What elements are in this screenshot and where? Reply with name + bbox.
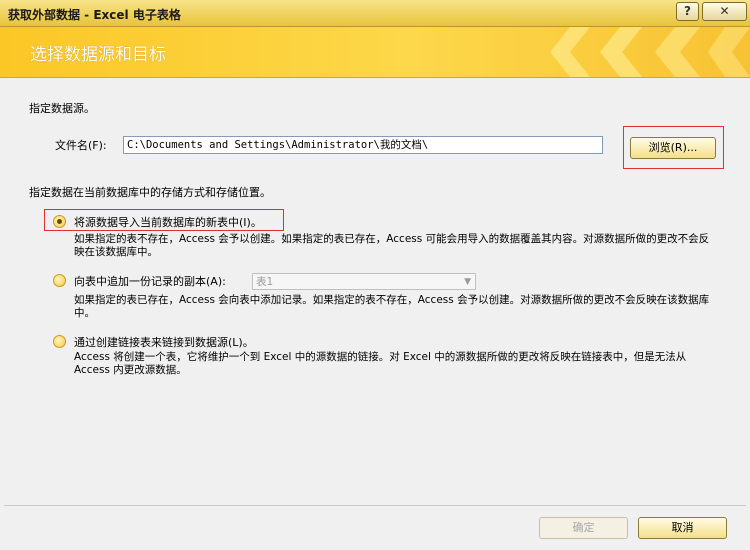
import-radio[interactable]: [53, 215, 66, 228]
source-heading: 指定数据源。: [29, 102, 95, 115]
browse-button[interactable]: 浏览(R)...: [630, 137, 716, 159]
footer-divider: [4, 505, 746, 506]
title-bar: 获取外部数据 - Excel 电子表格 ? ✕: [0, 0, 750, 27]
close-button[interactable]: ✕: [702, 2, 747, 21]
storage-heading: 指定数据在当前数据库中的存储方式和存储位置。: [29, 186, 271, 199]
banner-chevrons-icon: [550, 27, 750, 77]
banner-title: 选择数据源和目标: [30, 45, 166, 65]
cancel-button[interactable]: 取消: [638, 517, 727, 539]
link-option-label[interactable]: 通过创建链接表来链接到数据源(L)。: [74, 334, 254, 350]
file-name-label: 文件名(F):: [55, 139, 107, 152]
chevron-down-icon: ▼: [464, 277, 471, 287]
import-option-desc: 如果指定的表不存在，Access 会予以创建。如果指定的表已存在，Access …: [74, 233, 710, 258]
append-option-desc: 如果指定的表已存在，Access 会向表中添加记录。如果指定的表不存在，Acce…: [74, 294, 710, 319]
banner: 选择数据源和目标: [0, 27, 750, 78]
link-option-desc: Access 将创建一个表，它将维护一个到 Excel 中的源数据的链接。对 E…: [74, 351, 687, 376]
help-button[interactable]: ?: [676, 2, 699, 21]
append-option-label[interactable]: 向表中追加一份记录的副本(A):: [74, 273, 226, 289]
append-radio[interactable]: [53, 274, 66, 287]
append-table-select[interactable]: 表1 ▼: [252, 273, 476, 290]
link-radio[interactable]: [53, 335, 66, 348]
file-name-input[interactable]: C:\Documents and Settings\Administrator\…: [123, 136, 603, 154]
import-option-label[interactable]: 将源数据导入当前数据库的新表中(I)。: [74, 214, 262, 230]
ok-button[interactable]: 确定: [539, 517, 628, 539]
dialog-body: 指定数据源。 文件名(F): C:\Documents and Settings…: [0, 78, 750, 510]
window-title: 获取外部数据 - Excel 电子表格: [8, 8, 181, 22]
append-table-value: 表1: [256, 276, 274, 288]
